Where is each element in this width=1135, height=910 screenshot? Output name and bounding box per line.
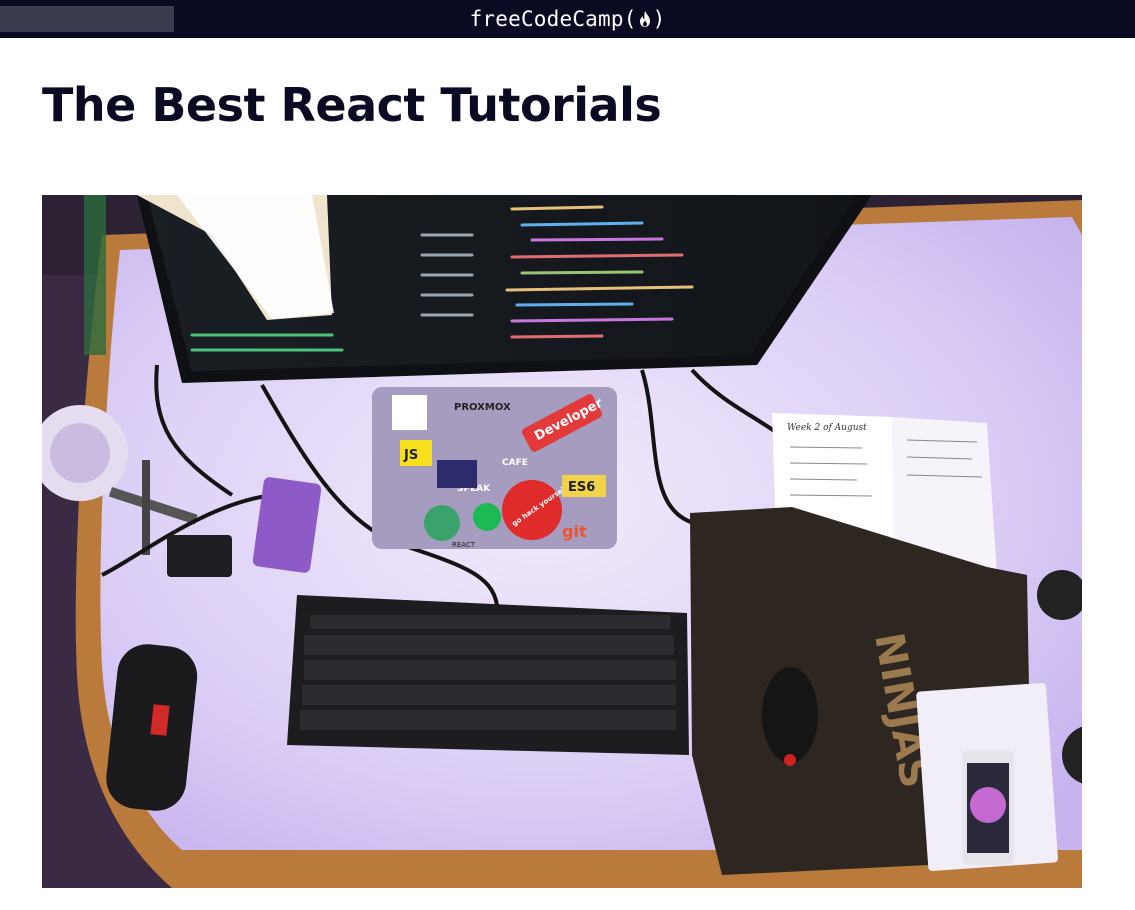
sticker-js-text: JS: [403, 448, 418, 463]
sticker-react-text: REACT: [452, 541, 476, 549]
sticker-git-text: git: [562, 522, 587, 541]
sticker-react: [424, 505, 460, 541]
sticker-proxmox-text: PROXMOX: [454, 402, 511, 413]
usb-hub: [252, 477, 322, 573]
keyboard: [287, 595, 689, 755]
brand-suffix: ): [652, 7, 666, 31]
brand-prefix: freeCodeCamp(: [469, 7, 637, 31]
hero-image: Developer go hack yourself. ES6 git JS P…: [42, 195, 1082, 888]
desk-photo: Developer go hack yourself. ES6 git JS P…: [42, 195, 1082, 888]
notebook-heading: Week 2 of August: [787, 423, 867, 433]
top-navigation-bar: freeCodeCamp( ): [0, 0, 1135, 38]
sticker-es6-text: ES6: [568, 480, 595, 495]
laptop-lid: Developer go hack yourself. ES6 git JS P…: [372, 387, 617, 549]
freecodecamp-logo[interactable]: freeCodeCamp( ): [0, 0, 1135, 38]
sticker-cafe-text: CAFE: [502, 458, 528, 468]
page-title: The Best React Tutorials: [42, 78, 662, 132]
flame-icon: [639, 11, 650, 27]
mouse: [762, 667, 818, 763]
